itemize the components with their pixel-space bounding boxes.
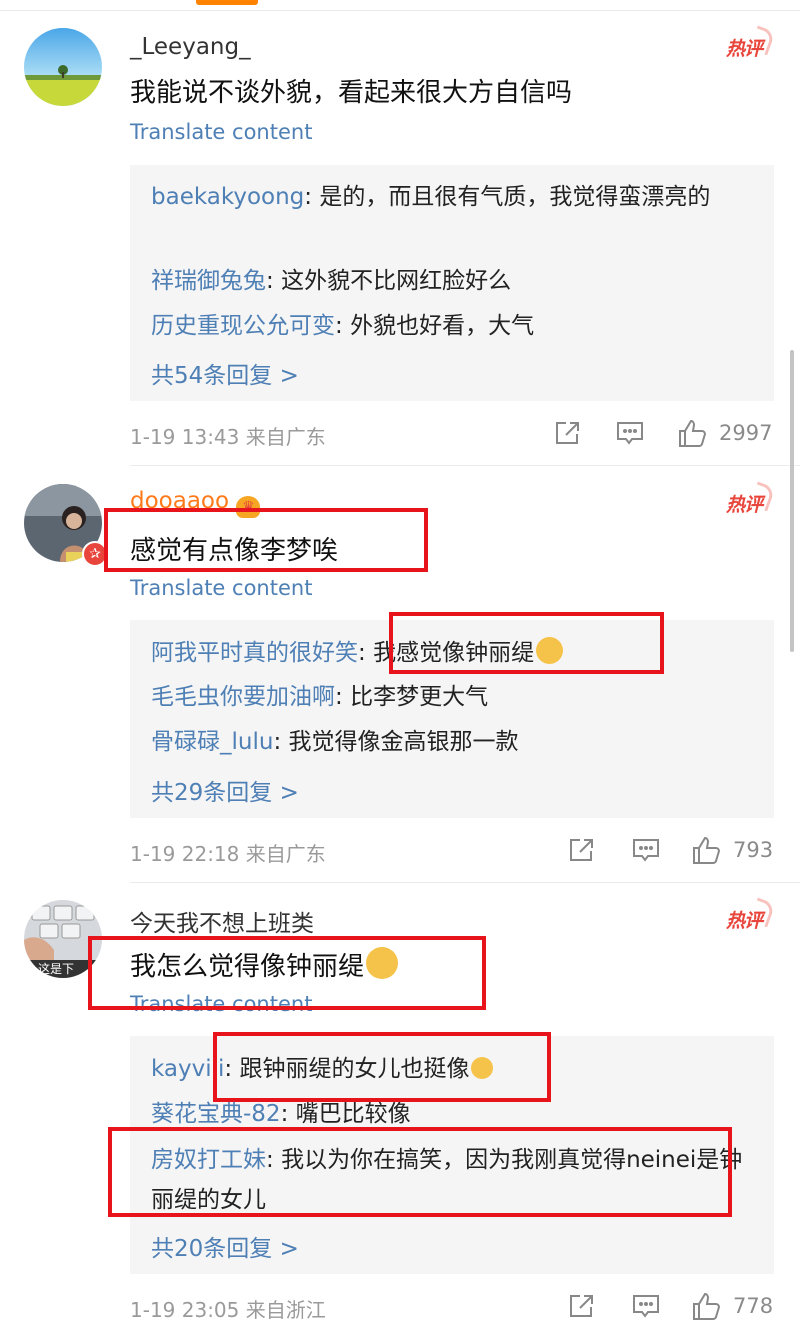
comment-divider bbox=[130, 465, 800, 466]
reply-text: 外貌也好看，大气 bbox=[350, 313, 535, 339]
top-divider bbox=[0, 10, 800, 11]
comment-text: 我怎么觉得像钟丽缇 bbox=[130, 946, 399, 983]
keyboard-avatar[interactable]: 这是下 bbox=[24, 900, 102, 978]
verified-badge-icon: ✰ bbox=[82, 541, 108, 567]
more-replies-link[interactable]: 共20条回复 > bbox=[151, 1229, 299, 1263]
comment-username[interactable]: 今天我不想上班类 bbox=[130, 904, 314, 938]
share-icon[interactable] bbox=[554, 420, 582, 450]
reply-text: 是的，而且很有气质，我觉得蛮漂亮的 bbox=[319, 184, 711, 210]
reply-item[interactable]: 骨碌碌_lulu: 我觉得像金高银那一款 bbox=[151, 722, 744, 762]
avatar-caption: 这是下 bbox=[38, 962, 75, 976]
laughing-tears-emoji-icon bbox=[366, 947, 399, 979]
reply-item[interactable]: 祥瑞御兔兔: 这外貌不比网红脸好么 bbox=[151, 261, 744, 301]
reply-username[interactable]: 骨碌碌_lulu bbox=[151, 729, 273, 755]
share-icon[interactable] bbox=[568, 1293, 596, 1323]
reply-item[interactable]: 毛毛虫你要加油啊: 比李梦更大气 bbox=[151, 677, 744, 717]
reply-item[interactable]: 房奴打工妹: 我以为你在搞笑，因为我刚真觉得neinei是钟丽缇的女儿 bbox=[151, 1140, 744, 1220]
reply-box[interactable]: 阿我平时真的很好笑: 我感觉像钟丽缇 毛毛虫你要加油啊: 比李梦更大气 骨碌碌_… bbox=[130, 620, 774, 818]
reply-box[interactable]: baekakyoong: 是的，而且很有气质，我觉得蛮漂亮的 祥瑞御兔兔: 这外… bbox=[130, 165, 774, 401]
comment-timestamp: 1-19 22:18 来自广东 bbox=[130, 842, 326, 866]
reply-username[interactable]: 历史重现公允可变 bbox=[151, 313, 335, 339]
comment-icon[interactable] bbox=[632, 1293, 660, 1323]
hot-comment-badge: 热评 bbox=[726, 490, 763, 517]
comment-timestamp: 1-19 13:43 来自广东 bbox=[130, 425, 326, 449]
like-count: 778 bbox=[733, 1294, 774, 1318]
crown-icon: ♛ bbox=[236, 496, 261, 518]
reply-username[interactable]: baekakyoong bbox=[151, 184, 304, 210]
reply-text: 跟钟丽缇的女儿也挺像 bbox=[239, 1056, 470, 1082]
reply-username[interactable]: 祥瑞御兔兔 bbox=[151, 268, 266, 294]
reply-username[interactable]: kayvili bbox=[151, 1056, 224, 1082]
reply-text: 我觉得像金高银那一款 bbox=[288, 729, 519, 755]
like-icon[interactable] bbox=[692, 835, 722, 869]
hot-comment-badge: 热评 bbox=[726, 906, 763, 933]
reply-item[interactable]: 历史重现公允可变: 外貌也好看，大气 bbox=[151, 306, 744, 346]
comment-divider bbox=[130, 882, 800, 883]
comment-icon[interactable] bbox=[632, 837, 660, 867]
reply-username[interactable]: 葵花宝典-82 bbox=[151, 1101, 281, 1127]
reply-item[interactable]: baekakyoong: 是的，而且很有气质，我觉得蛮漂亮的 bbox=[151, 177, 744, 217]
reply-text: 嘴巴比较像 bbox=[295, 1101, 411, 1127]
comment-timestamp: 1-19 23:05 来自浙江 bbox=[130, 1298, 326, 1322]
reply-text: 我感觉像钟丽缇 bbox=[373, 640, 535, 666]
scrollbar[interactable] bbox=[790, 350, 794, 652]
hot-comment-badge: 热评 bbox=[726, 34, 763, 61]
reply-username[interactable]: 毛毛虫你要加油啊 bbox=[151, 684, 335, 710]
like-count: 2997 bbox=[719, 421, 773, 445]
reply-text: 这外貌不比网红脸好么 bbox=[281, 268, 512, 294]
reply-username[interactable]: 房奴打工妹 bbox=[151, 1147, 266, 1173]
reply-box[interactable]: kayvili: 跟钟丽缇的女儿也挺像 葵花宝典-82: 嘴巴比较像 房奴打工妹… bbox=[130, 1036, 774, 1274]
like-icon[interactable] bbox=[678, 418, 708, 452]
like-count: 793 bbox=[733, 838, 774, 862]
comment-username[interactable]: _Leeyang_ bbox=[130, 34, 251, 60]
translate-link[interactable]: Translate content bbox=[130, 120, 312, 144]
comment-icon[interactable] bbox=[616, 420, 644, 450]
active-tab-indicator bbox=[196, 0, 258, 5]
reply-item[interactable]: kayvili: 跟钟丽缇的女儿也挺像 bbox=[151, 1049, 744, 1089]
translate-link[interactable]: Translate content bbox=[130, 576, 312, 600]
translate-link[interactable]: Translate content bbox=[130, 992, 312, 1016]
like-icon[interactable] bbox=[692, 1291, 722, 1325]
reply-username[interactable]: 阿我平时真的很好笑 bbox=[151, 640, 358, 666]
more-replies-link[interactable]: 共54条回复 > bbox=[151, 356, 299, 390]
more-replies-link[interactable]: 共29条回复 > bbox=[151, 773, 299, 807]
laughing-tears-emoji-icon bbox=[471, 1057, 494, 1079]
share-icon[interactable] bbox=[568, 837, 596, 867]
comment-username[interactable]: dooaaoo ♛ bbox=[130, 488, 261, 518]
landscape-avatar[interactable] bbox=[24, 28, 102, 106]
blushing-emoji-icon bbox=[536, 637, 564, 664]
reply-item[interactable]: 葵花宝典-82: 嘴巴比较像 bbox=[151, 1094, 744, 1134]
reply-item[interactable]: 阿我平时真的很好笑: 我感觉像钟丽缇 bbox=[151, 633, 744, 673]
reply-text: 比李梦更大气 bbox=[350, 684, 489, 710]
comment-text: 我能说不谈外貌，看起来很大方自信吗 bbox=[130, 78, 573, 108]
comment-text: 感觉有点像李梦唉 bbox=[130, 536, 339, 566]
